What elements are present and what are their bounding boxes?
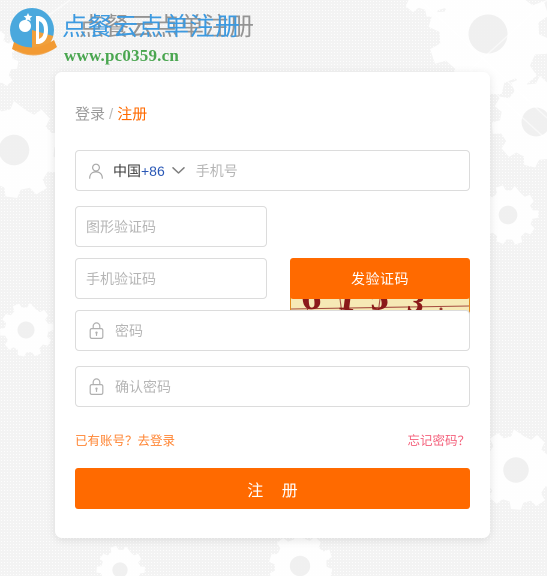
phone-input-placeholder[interactable]: 手机号 [196,161,238,181]
register-card: 登录 / 注册 中国 +86 手机号 图形验证码 6 1 5 3 手机验证码 发… [55,72,490,538]
page-header: 点餐云点单注册 点餐云点单注册 www.pc0359.cn [0,0,547,72]
password-placeholder: 密码 [115,322,143,339]
tab-separator: / [109,106,114,123]
send-verification-code-button[interactable]: 发验证码 [290,258,470,299]
confirm-password-placeholder: 确认密码 [115,378,171,395]
image-captcha-input[interactable]: 图形验证码 [75,206,267,247]
app-logo-icon [10,8,57,60]
lock-icon [86,321,106,341]
sms-code-input[interactable]: 手机验证码 [75,258,267,299]
auth-tabs: 登录 / 注册 [75,105,147,125]
password-input-row[interactable]: 密码 [75,310,470,351]
country-dial-code: +86 [141,162,165,179]
forgot-password-link[interactable]: 忘记密码？ [407,430,470,449]
tab-register[interactable]: 注册 [117,106,147,123]
phone-input-row[interactable]: 中国 +86 手机号 [75,150,470,191]
auxiliary-links: 已有账号？去登录 忘记密码？ [75,430,470,449]
image-captcha-placeholder: 图形验证码 [86,218,156,235]
lock-icon [86,377,106,397]
confirm-password-input-row[interactable]: 确认密码 [75,366,470,407]
site-url-watermark: www.pc0359.cn [64,46,179,65]
tab-login[interactable]: 登录 [75,106,105,123]
page-title: 点餐云点单注册 点餐云点单注册 [62,11,362,47]
chevron-down-icon[interactable] [172,166,185,175]
register-submit-button[interactable]: 注 册 [75,468,470,509]
page-title-main-layer: 点餐云点单注册 [62,12,241,41]
go-to-login-link[interactable]: 已有账号？去登录 [75,430,175,449]
user-icon [86,161,106,181]
country-name: 中国 [113,162,141,179]
sms-code-placeholder: 手机验证码 [86,270,156,287]
